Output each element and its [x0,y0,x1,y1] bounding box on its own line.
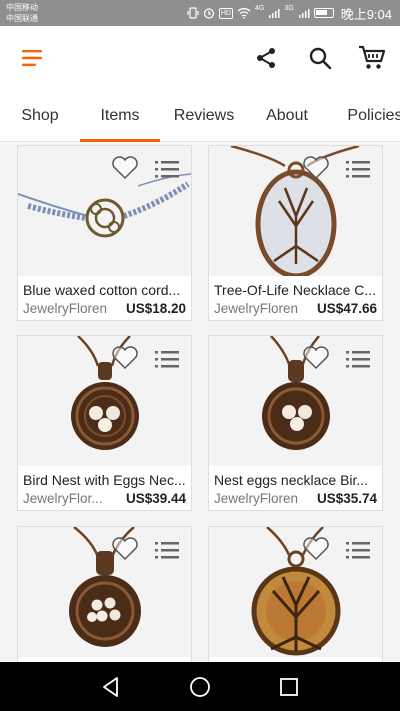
favorite-heart-icon[interactable] [302,346,330,370]
add-to-list-icon[interactable] [346,541,370,559]
signal-icon-2 [298,8,310,18]
home-icon[interactable] [187,674,213,700]
back-icon[interactable] [98,674,124,700]
listing-shop: JewelryFloren [23,301,108,316]
cart-icon [359,45,386,69]
cart-button[interactable] [354,40,390,76]
share-icon [257,48,275,68]
app-bar [0,26,400,90]
battery-icon [313,8,334,18]
vibrate-icon [187,7,199,19]
hd-badge: HD [218,7,233,19]
carrier-info: 中国移动 中国联通 [6,2,38,24]
tab-about[interactable]: About [248,90,326,142]
carrier-1: 中国移动 [6,3,38,12]
network-type-1: 4G [255,5,265,12]
listing-info: Bird Nest with Eggs Nec... JewelryFlor..… [18,466,191,510]
listing-title[interactable]: Bird Nest with Eggs Nec... [23,472,186,489]
favorite-heart-icon[interactable] [111,346,139,370]
favorite-heart-icon[interactable] [302,156,330,180]
network-type-2: 3G [284,5,294,12]
listing-title[interactable]: Nest eggs necklace Bir... [214,472,377,489]
tab-shop[interactable]: Shop [0,90,80,142]
listing-shop: JewelryFloren [214,491,299,506]
add-to-list-icon[interactable] [155,350,179,368]
items-grid: Blue waxed cotton cord... JewelryFloren … [0,143,400,662]
signal-icon [269,8,280,18]
listing-info: Nest eggs necklace Bir... JewelryFloren … [209,466,382,510]
listing-price: US$35.74 [316,491,377,506]
favorite-heart-icon[interactable] [111,537,139,561]
search-button[interactable] [302,40,338,76]
listing-card[interactable] [208,526,383,662]
add-to-list-icon[interactable] [346,160,370,178]
listing-info: Tree-Of-Life Necklace C... JewelryFloren… [209,276,382,320]
listing-info: Blue waxed cotton cord... JewelryFloren … [18,276,191,320]
clock: 晚上9:04 [340,6,392,22]
listing-card[interactable] [17,526,192,662]
add-to-list-icon[interactable] [346,350,370,368]
search-icon [309,47,332,70]
listing-card[interactable]: Bird Nest with Eggs Nec... JewelryFlor..… [17,335,192,511]
favorite-heart-icon[interactable] [302,537,330,561]
wifi-icon [237,8,251,19]
status-bar: 中国移动 中国联通 HD 4G 3G 晚上9:04 [0,0,400,26]
listing-image[interactable] [18,527,191,657]
menu-icon [22,50,42,66]
listing-title[interactable]: Blue waxed cotton cord... [23,282,186,299]
listing-image[interactable] [209,527,382,657]
listing-image[interactable] [18,146,191,276]
menu-button[interactable] [14,40,50,76]
listing-card[interactable]: Blue waxed cotton cord... JewelryFloren … [17,145,192,321]
listing-shop: JewelryFloren [214,301,299,316]
status-icons: HD 4G 3G 晚上9:04 [187,5,392,22]
tab-reviews[interactable]: Reviews [163,90,245,142]
listing-title[interactable]: Tree-Of-Life Necklace C... [214,282,377,299]
system-nav-bar [0,662,400,711]
share-button[interactable] [248,40,284,76]
listing-image[interactable] [18,336,191,466]
listing-price: US$18.20 [125,301,186,316]
listing-card[interactable]: Nest eggs necklace Bir... JewelryFloren … [208,335,383,511]
add-to-list-icon[interactable] [155,160,179,178]
carrier-2: 中国联通 [6,14,38,23]
favorite-heart-icon[interactable] [111,156,139,180]
listing-price: US$47.66 [316,301,377,316]
tab-items[interactable]: Items [80,90,160,142]
listing-shop: JewelryFlor... [23,491,103,506]
listing-image[interactable] [209,336,382,466]
listing-card[interactable]: Tree-Of-Life Necklace C... JewelryFloren… [208,145,383,321]
listing-image[interactable] [209,146,382,276]
tab-policies[interactable]: Policies [330,90,400,142]
alarm-icon [203,8,214,19]
add-to-list-icon[interactable] [155,541,179,559]
shop-tabs: Shop Items Reviews About Policies [0,90,400,142]
recents-icon[interactable] [276,674,302,700]
listing-price: US$39.44 [125,491,186,506]
